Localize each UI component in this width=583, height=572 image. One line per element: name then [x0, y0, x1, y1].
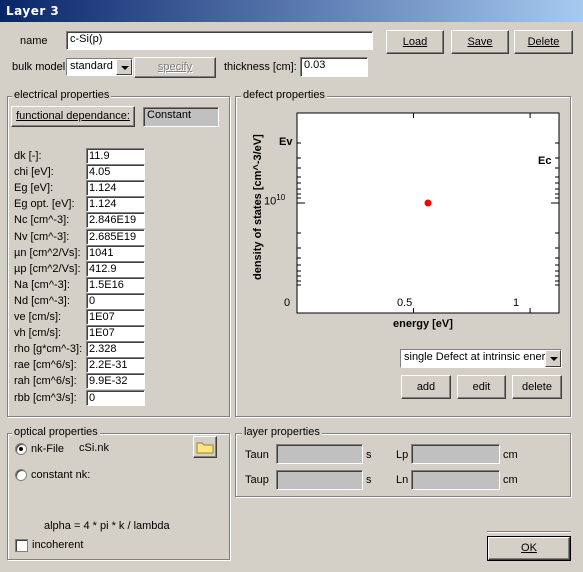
taun-input[interactable]	[276, 444, 363, 464]
bulk-model-value: standard	[70, 60, 113, 72]
param-value-input[interactable]: 0	[86, 390, 145, 406]
delete-defect-button[interactable]: delete	[512, 375, 562, 399]
footer-divider	[487, 531, 571, 533]
ec-label: Ec	[538, 155, 552, 167]
save-button[interactable]: Save	[451, 30, 509, 54]
thickness-input[interactable]: 0.03	[300, 57, 368, 77]
param-label: dk [-]:	[14, 150, 42, 162]
constant-nk-radio[interactable]	[15, 469, 27, 481]
param-value-input[interactable]: 0	[86, 293, 145, 309]
y-tick-label: 1010	[264, 193, 285, 208]
functional-dependance-button[interactable]: functional dependance:	[11, 106, 135, 127]
param-value-input[interactable]: 2.685E19	[86, 229, 145, 245]
y-tick-base: 10	[264, 195, 277, 208]
edit-defect-button[interactable]: edit	[457, 375, 506, 399]
param-value-input[interactable]: 2.328	[86, 341, 145, 357]
plot-area	[296, 112, 560, 314]
param-label: Na [cm^-3]:	[14, 279, 70, 291]
param-label: rbb [cm^3/s]:	[14, 392, 77, 404]
chevron-down-icon[interactable]	[116, 59, 132, 75]
param-label: µp [cm^2/Vs]:	[14, 263, 81, 275]
window-title: Layer 3	[0, 0, 583, 22]
defect-properties-title: defect properties	[241, 89, 327, 101]
incoherent-checkbox[interactable]	[15, 539, 28, 552]
param-value-input[interactable]: 1.124	[86, 196, 145, 212]
name-label: name	[20, 35, 48, 47]
delete-layer-button[interactable]: Delete	[514, 30, 573, 54]
param-value-input[interactable]: 2.2E-31	[86, 357, 145, 373]
x-tick-label-2: 1	[513, 297, 520, 309]
param-value-input[interactable]: 11.9	[86, 148, 145, 164]
nk-file-radio[interactable]	[15, 443, 27, 455]
ln-input[interactable]	[411, 470, 500, 490]
param-label: Eg [eV]:	[14, 182, 54, 194]
lp-label: Lp	[396, 449, 409, 461]
functional-dependance-value: Constant	[143, 107, 219, 127]
param-label: rae [cm^6/s]:	[14, 359, 77, 371]
bulk-model-select[interactable]: standard	[66, 58, 133, 76]
ok-button[interactable]: OK	[487, 536, 571, 561]
incoherent-label: incoherent	[32, 539, 84, 551]
param-value-input[interactable]: 1E07	[86, 325, 145, 341]
ev-label: Ev	[279, 136, 293, 148]
param-value-input[interactable]: 1.5E16	[86, 277, 145, 293]
taup-input[interactable]	[276, 470, 363, 490]
param-label: Nd [cm^-3]:	[14, 295, 70, 307]
x-tick-label-0: 0	[284, 297, 291, 309]
param-label: µn [cm^2/Vs]:	[14, 247, 81, 259]
alpha-formula: alpha = 4 * pi * k / lambda	[44, 520, 170, 532]
param-value-input[interactable]: 412.9	[86, 261, 145, 277]
param-label: Eg opt. [eV]:	[14, 198, 75, 210]
load-button[interactable]: Load	[386, 30, 444, 54]
param-label: rho [g*cm^-3]:	[14, 343, 83, 355]
defect-type-value: single Defect at intrinsic energy	[404, 351, 557, 363]
param-value-input[interactable]: 2.846E19	[86, 212, 145, 228]
param-label: rah [cm^6/s]:	[14, 375, 77, 387]
taun-unit: s	[366, 449, 372, 461]
constant-nk-label: constant nk:	[31, 469, 91, 481]
param-value-input[interactable]: 1E07	[86, 309, 145, 325]
chevron-down-icon[interactable]	[545, 350, 561, 367]
nk-file-value: cSi.nk	[79, 442, 109, 454]
param-value-input[interactable]: 9.9E-32	[86, 373, 145, 389]
param-label: Nc [cm^-3]:	[14, 214, 70, 226]
nk-file-label: nk-File	[31, 443, 65, 455]
optical-properties-title: optical properties	[12, 426, 100, 438]
param-value-input[interactable]: 4.05	[86, 164, 145, 180]
layer-properties-title: layer properties	[242, 426, 322, 438]
ln-label: Ln	[396, 474, 409, 486]
y-axis-label: density of states [cm^-3/eV]	[252, 134, 264, 280]
name-input[interactable]: c-Si(p)	[66, 31, 373, 50]
thickness-label: thickness [cm]:	[224, 61, 297, 73]
param-label: ve [cm/s]:	[14, 311, 62, 323]
ln-unit: cm	[503, 474, 518, 486]
taup-unit: s	[366, 474, 372, 486]
add-defect-button[interactable]: add	[401, 375, 451, 399]
param-label: Nv [cm^-3]:	[14, 231, 70, 243]
x-tick-label-1: 0.5	[397, 297, 413, 309]
param-label: chi [eV]:	[14, 166, 54, 178]
electrical-properties-title: electrical properties	[12, 89, 112, 101]
taun-label: Taun	[245, 449, 269, 461]
defect-point[interactable]	[424, 199, 432, 207]
defect-type-select[interactable]: single Defect at intrinsic energy	[400, 349, 562, 368]
param-value-input[interactable]: 1041	[86, 245, 145, 261]
folder-icon[interactable]	[193, 436, 217, 458]
lp-input[interactable]	[411, 444, 500, 464]
y-tick-exponent: 10	[276, 193, 286, 202]
folder-icon-glyph	[196, 442, 214, 454]
x-axis-label: energy [eV]	[393, 318, 453, 330]
lp-unit: cm	[503, 449, 518, 461]
param-label: vh [cm/s]:	[14, 327, 62, 339]
taup-label: Taup	[245, 474, 269, 486]
defect-points	[424, 199, 432, 207]
bulk-model-label: bulk model	[12, 61, 66, 73]
specify-button[interactable]: specify	[134, 57, 216, 78]
param-value-input[interactable]: 1.124	[86, 180, 145, 196]
